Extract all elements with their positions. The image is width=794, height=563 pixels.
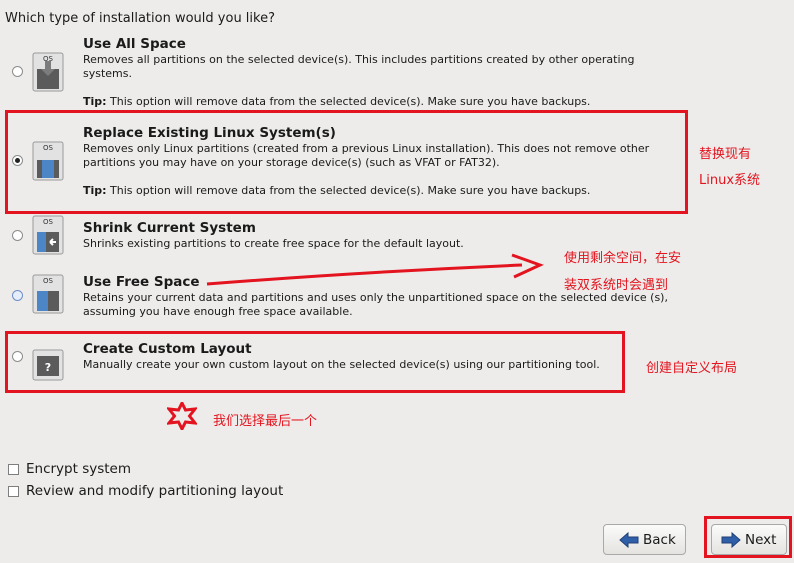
back-button-label: Back [643,531,676,548]
back-button[interactable]: Back [603,524,686,555]
option-title: Use Free Space [83,274,200,290]
arrow-right-icon [721,531,741,548]
icon-os-label: OS [43,55,54,63]
option-title: Use All Space [83,36,186,52]
option-description: Removes all partitions on the selected d… [83,53,635,80]
option-tip: Tip: This option will remove data from t… [83,95,591,108]
next-button-label: Next [745,531,777,548]
icon-os-label: OS [43,277,54,285]
annotation-replace-line2: Linux系统 [699,173,761,188]
annotation-choice: 我们选择最后一个 [213,414,318,429]
review-partitioning-checkbox[interactable] [8,486,19,497]
annotation-arrow [206,253,544,286]
disk-shrink-icon: OS [32,215,64,255]
annotation-free-line1: 使用剩余空间，在安 [564,251,682,266]
encrypt-system-label[interactable]: Encrypt system [26,461,131,477]
next-button[interactable]: Next [711,524,787,555]
annotation-box-custom [5,331,625,393]
annotation-box-replace [5,110,688,214]
review-partitioning-label[interactable]: Review and modify partitioning layout [26,483,283,499]
annotation-custom: 创建自定义布局 [646,361,738,376]
icon-os-label: OS [43,218,54,226]
disk-wipe-icon: OS [32,52,64,92]
radio-use-all-space[interactable] [12,66,23,77]
page-question: Which type of installation would you lik… [5,11,275,26]
radio-use-free-space[interactable] [12,290,23,301]
encrypt-system-checkbox[interactable] [8,464,19,475]
disk-free-space-icon: OS [32,274,64,314]
radio-shrink-current[interactable] [12,230,23,241]
annotation-free-line2: 装双系统时会遇到 [564,278,669,293]
star-icon [167,402,197,430]
option-title: Shrink Current System [83,220,256,236]
annotation-replace-line1: 替换现有 [699,147,752,162]
arrow-left-icon [619,531,639,548]
option-description: Retains your current data and partitions… [83,291,668,318]
